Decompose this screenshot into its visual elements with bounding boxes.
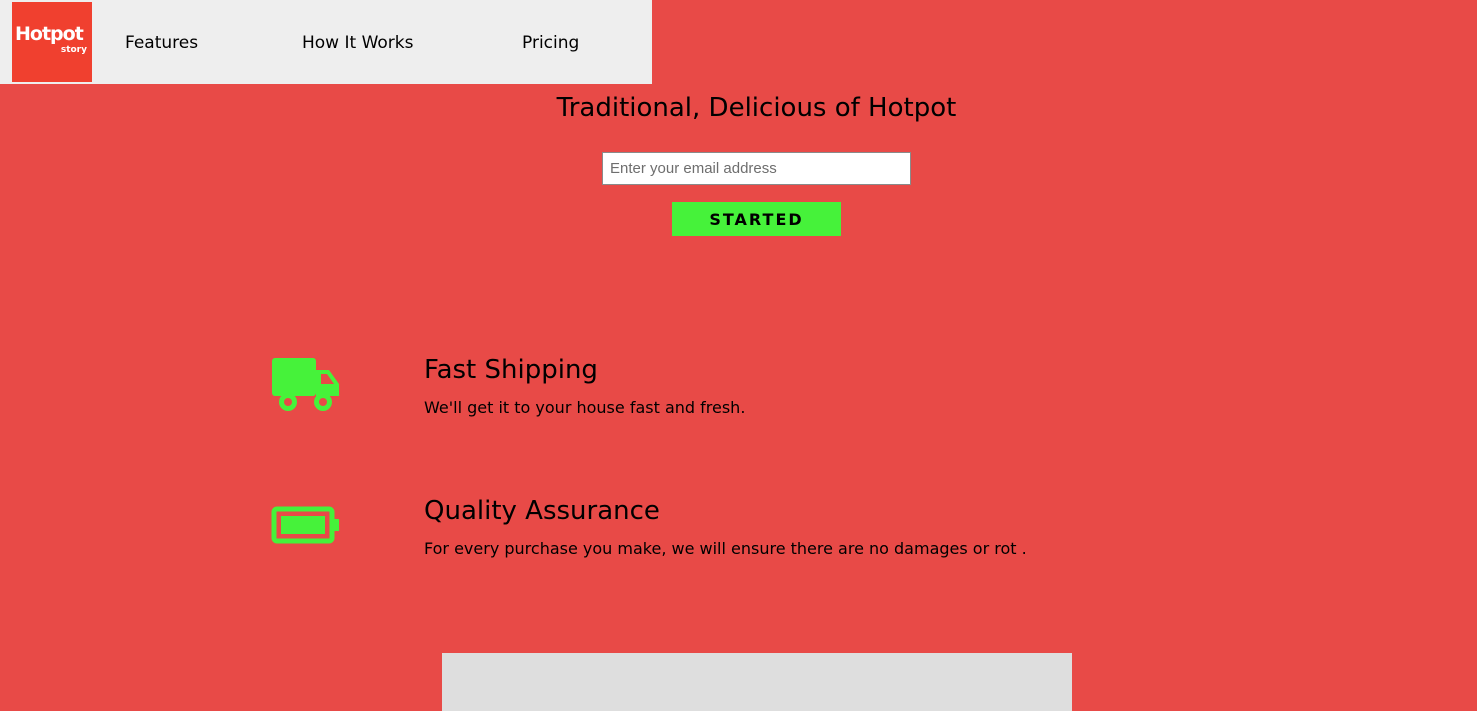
feature-desc-fast-shipping: We'll get it to your house fast and fres… (424, 398, 746, 417)
video-frame[interactable] (442, 653, 1072, 711)
hotpot-logo[interactable]: Hotpot story (12, 2, 92, 82)
nav-link-how-it-works[interactable]: How It Works (302, 32, 413, 54)
feature-title-quality-assurance: Quality Assurance (424, 496, 660, 526)
logo-wordmark: Hotpot (15, 23, 84, 45)
nav-link-features[interactable]: Features (125, 32, 198, 54)
feature-desc-quality-assurance: For every purchase you make, we will ens… (424, 539, 1027, 558)
nav-link-pricing[interactable]: Pricing (522, 32, 579, 54)
started-button[interactable]: STARTED (672, 202, 841, 236)
truck-icon (271, 356, 341, 418)
battery-icon (271, 506, 341, 550)
hero-title: Traditional, Delicious of Hotpot (556, 93, 957, 123)
navbar: Hotpot story Features How It Works Prici… (0, 0, 652, 84)
logo-subtext: story (60, 45, 87, 55)
email-input[interactable] (602, 152, 911, 185)
feature-title-fast-shipping: Fast Shipping (424, 355, 598, 385)
